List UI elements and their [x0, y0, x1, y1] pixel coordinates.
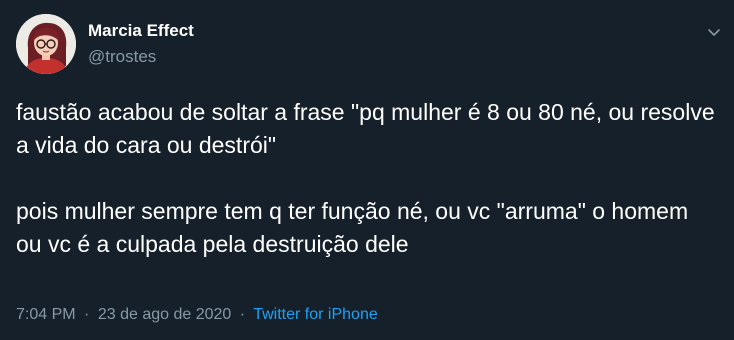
- avatar-illustration: [16, 14, 76, 74]
- tweet-text: faustão acabou de soltar a frase "pq mul…: [16, 96, 720, 261]
- tweet-card: Marcia Effect @trostes faustão acabou de…: [0, 0, 734, 340]
- tweet-source-link[interactable]: Twitter for iPhone: [253, 306, 378, 323]
- tweet-metadata: 7:04 PM · 23 de ago de 2020 · Twitter fo…: [16, 306, 378, 324]
- more-options-button[interactable]: [704, 22, 724, 42]
- author-handle[interactable]: @trostes: [88, 47, 156, 67]
- tweet-date[interactable]: 23 de ago de 2020: [98, 306, 231, 323]
- meta-separator: ·: [84, 306, 90, 323]
- tweet-time[interactable]: 7:04 PM: [16, 306, 76, 323]
- tweet-paragraph: pois mulher sempre tem q ter função né, …: [16, 198, 689, 257]
- avatar[interactable]: [16, 14, 76, 74]
- tweet-paragraph: faustão acabou de soltar a frase "pq mul…: [16, 99, 715, 158]
- author-display-name[interactable]: Marcia Effect: [88, 21, 194, 41]
- chevron-down-icon: [708, 29, 720, 36]
- meta-separator: ·: [239, 306, 246, 323]
